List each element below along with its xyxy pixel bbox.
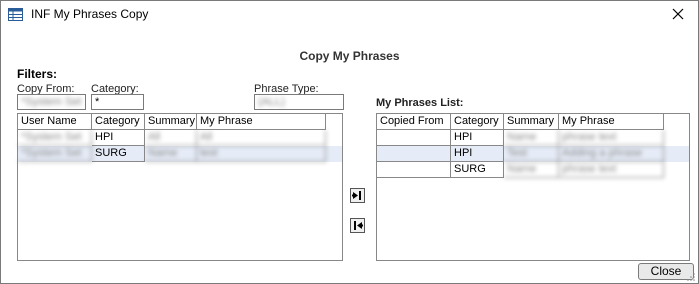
category-value: * [95,96,100,108]
title-bar: INF My Phrases Copy [1,1,698,29]
category-field[interactable]: * [91,94,144,110]
copy-from-field[interactable]: *System Set [17,94,86,110]
cell-summary: Name [504,130,559,146]
cell-copied-from [377,130,451,146]
cell-my-phrase: Adding a phrase [559,146,664,162]
cell-category: HPI [451,146,504,162]
cell-user-name: *System Set [18,146,92,162]
cell-my-phrase: phrase text [559,162,664,178]
cell-category: SURG [451,162,504,178]
cell-category: SURG [92,146,145,162]
cell-copied-from [377,162,451,178]
copy-from-value: *System Set [21,96,82,108]
my-phrases-list-label: My Phrases List: [376,97,464,109]
phrase-type-value: (ALL) [258,96,285,108]
table-window-icon [8,8,23,21]
column-header-category[interactable]: Category [92,114,145,130]
cell-my-phrase: All [197,130,326,146]
column-header-summary[interactable]: Summary [504,114,559,130]
table-row[interactable]: HPI Name phrase text [377,130,689,146]
table-row[interactable]: *System Set SURG Name test [18,146,342,162]
move-left-icon [354,221,363,230]
table-row[interactable]: HPI Test Adding a phrase [377,146,689,162]
cell-category: HPI [451,130,504,146]
add-phrase-button[interactable] [350,188,365,203]
column-header-user-name[interactable]: User Name [18,114,92,130]
filters-heading: Filters: [17,67,58,81]
column-header-category[interactable]: Category [451,114,504,130]
dialog-body: Copy My Phrases Filters: Copy From: *Sys… [2,29,697,283]
source-phrases-grid[interactable]: User Name Category Summary My Phrase *Sy… [17,113,343,261]
column-header-my-phrase[interactable]: My Phrase [197,114,326,130]
my-phrases-grid[interactable]: Copied From Category Summary My Phrase H… [376,113,690,261]
cell-user-name: *System Set [18,130,92,146]
cell-summary: All [145,130,197,146]
cell-my-phrase: phrase text [559,130,664,146]
my-phrases-grid-header: Copied From Category Summary My Phrase [377,114,689,130]
table-row[interactable]: *System Set HPI All All [18,130,342,146]
cell-summary: Test [504,146,559,162]
cell-summary: Name [145,146,197,162]
resize-grip-icon[interactable] [686,272,696,282]
column-header-my-phrase[interactable]: My Phrase [559,114,664,130]
cell-category: HPI [92,130,145,146]
window-title: INF My Phrases Copy [31,7,149,21]
phrase-type-field[interactable]: (ALL) [254,94,344,110]
remove-phrase-button[interactable] [350,218,365,233]
cell-summary: Name [504,162,559,178]
source-grid-header: User Name Category Summary My Phrase [18,114,342,130]
column-header-summary[interactable]: Summary [145,114,197,130]
dialog-heading: Copy My Phrases [299,49,400,63]
close-icon[interactable] [668,4,688,24]
table-row[interactable]: SURG Name phrase text [377,162,689,178]
move-right-icon [352,191,361,200]
cell-copied-from [377,146,451,162]
copy-my-phrases-dialog: INF My Phrases Copy Copy My Phrases Filt… [0,0,699,284]
column-header-copied-from[interactable]: Copied From [377,114,451,130]
cell-my-phrase: test [197,146,326,162]
